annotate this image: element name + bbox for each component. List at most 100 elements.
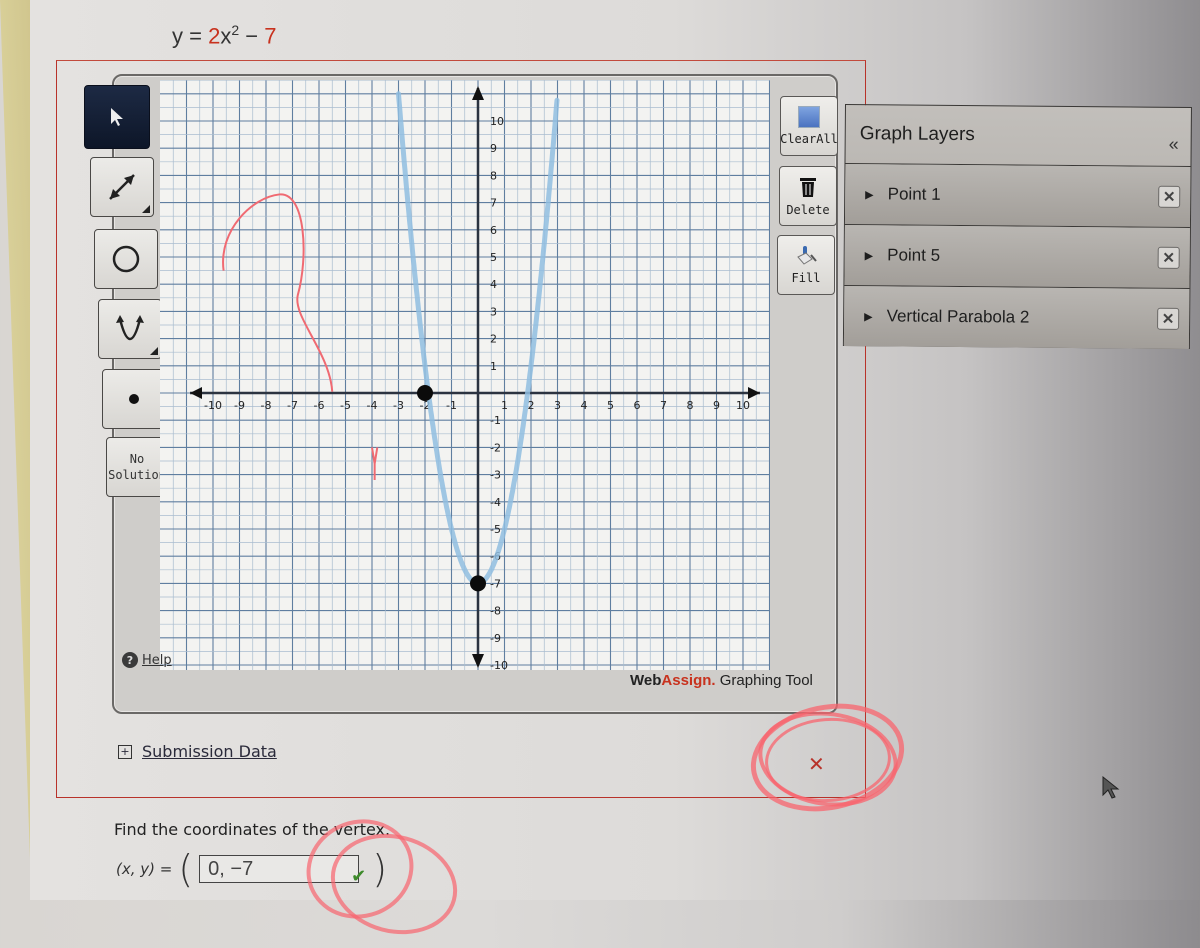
y-tick-label: 5	[490, 251, 497, 264]
x-tick-label: 8	[687, 399, 694, 412]
graph-layers-header: Graph Layers «	[845, 105, 1191, 168]
delete-layer-icon[interactable]: ✕	[1157, 246, 1180, 269]
x-tick-label: -9	[234, 399, 245, 412]
no-solution-label: No Solution	[108, 452, 166, 482]
x-tick-label: 6	[634, 399, 641, 412]
y-tick-label: -8	[490, 605, 501, 618]
open-paren: (	[178, 847, 194, 891]
graph-layers-title: Graph Layers	[859, 123, 975, 146]
y-tick-label: -9	[490, 632, 501, 645]
y-tick-label: 7	[490, 197, 497, 210]
delete-button[interactable]: Delete	[779, 166, 837, 226]
submenu-indicator-icon	[150, 347, 158, 355]
x-tick-label: 4	[581, 399, 588, 412]
x-tick-label: 1	[501, 399, 508, 412]
layer-label: Point 1	[887, 184, 941, 204]
problem-equation: y = 2x2 − 7	[172, 22, 276, 49]
submission-data-toggle[interactable]: + Submission Data	[118, 742, 277, 761]
y-tick-label: -1	[490, 414, 501, 427]
parabola-icon	[116, 315, 144, 341]
y-tick-label: -2	[490, 441, 501, 454]
y-tick-label: 3	[490, 305, 497, 318]
layer-row[interactable]: ▶ Vertical Parabola 2 ✕	[843, 286, 1190, 350]
expand-triangle-icon[interactable]: ▶	[864, 310, 873, 323]
x-tick-label: -8	[261, 399, 272, 412]
x-tick-label: 10	[736, 399, 750, 412]
arrow-pointer-icon	[111, 108, 123, 126]
xy-label: (x, y) =	[116, 860, 173, 878]
help-label[interactable]: Help	[142, 653, 172, 668]
graph-layers-panel: Graph Layers « ▶ Point 1 ✕ ▶ Point 5 ✕ ▶ Ve…	[842, 104, 1192, 350]
y-tick-label: 4	[490, 278, 497, 291]
select-tool-button[interactable]	[84, 85, 150, 149]
y-tick-label: 1	[490, 360, 497, 373]
delete-label: Delete	[786, 203, 830, 217]
layer-row[interactable]: ▶ Point 1 ✕	[844, 164, 1191, 229]
parabola-tool-button[interactable]	[98, 299, 162, 359]
equation-constant: 7	[264, 23, 277, 49]
equation-operator: −	[239, 23, 265, 49]
clear-all-icon	[798, 106, 820, 128]
y-tick-label: 8	[490, 169, 497, 182]
trash-icon	[800, 178, 816, 197]
y-tick-label: -7	[490, 577, 501, 590]
y-tick-label: -10	[490, 659, 508, 670]
x-tick-label: -3	[393, 399, 404, 412]
x-tick-label: -7	[287, 399, 298, 412]
y-tick-label: 6	[490, 224, 497, 237]
circle-tool-button[interactable]	[94, 229, 158, 289]
y-tick-label: 2	[490, 333, 497, 346]
brand-assign: Assign.	[661, 672, 716, 689]
submenu-indicator-icon	[142, 205, 150, 213]
help-link[interactable]: ? Help	[122, 652, 172, 668]
fill-button[interactable]: Fill	[777, 235, 835, 295]
x-axis-arrow-icon	[748, 387, 760, 399]
graph-point	[470, 575, 486, 592]
submission-data-link[interactable]: Submission Data	[142, 742, 277, 761]
collapse-panel-icon[interactable]: «	[1169, 133, 1179, 154]
webassign-branding: WebAssign. Graphing Tool	[630, 672, 813, 689]
point-icon	[129, 394, 139, 404]
clear-all-label: ClearAll	[780, 132, 838, 146]
equation-coefficient: 2	[208, 23, 221, 49]
help-icon: ?	[122, 652, 138, 668]
y-tick-label: -4	[490, 496, 501, 509]
y-axis-arrow-icon	[472, 86, 484, 100]
x-tick-label: 9	[713, 399, 720, 412]
y-tick-label: -3	[490, 469, 501, 482]
line-tool-button[interactable]	[90, 157, 154, 217]
expand-plus-icon[interactable]: +	[118, 744, 132, 759]
delete-layer-icon[interactable]: ✕	[1157, 307, 1180, 330]
y-tick-label: 9	[490, 142, 497, 155]
mouse-cursor-icon	[1102, 775, 1120, 799]
double-arrow-line-icon	[109, 174, 135, 200]
expand-triangle-icon[interactable]: ▶	[865, 249, 874, 262]
x-tick-label: -10	[204, 399, 222, 412]
fill-label: Fill	[791, 271, 821, 285]
point-tool-button[interactable]	[102, 369, 166, 429]
delete-layer-icon[interactable]: ✕	[1158, 185, 1181, 208]
layer-row[interactable]: ▶ Point 5 ✕	[844, 225, 1190, 290]
graph-canvas[interactable]: -10 -9 -8 -7 -6 -5 -4 -3 -2 -1 1 2 3 4 5 6 7 8 9 10 10 9 8 7 6 5 4…	[160, 79, 771, 672]
x-tick-label: -5	[340, 399, 351, 412]
x-tick-label: 3	[554, 399, 561, 412]
brand-web: Web	[630, 672, 662, 689]
x-tick-label: -6	[314, 399, 325, 412]
graph-point	[417, 385, 433, 401]
x-tick-label: -1	[446, 399, 457, 412]
x-tick-label: -4	[367, 399, 378, 412]
layer-label: Vertical Parabola 2	[886, 306, 1030, 327]
y-axis-arrow-icon	[472, 654, 484, 668]
graph-svg[interactable]: -10 -9 -8 -7 -6 -5 -4 -3 -2 -1 1 2 3 4 5 6 7 8 9 1010987654…	[160, 79, 771, 672]
incorrect-mark-icon: ✕	[808, 752, 825, 776]
no-solution-button[interactable]: No Solution	[106, 437, 168, 497]
expand-triangle-icon[interactable]: ▶	[865, 188, 874, 201]
y-tick-label: 10	[490, 115, 504, 128]
x-tick-label: 5	[607, 399, 614, 412]
y-tick-label: -5	[490, 523, 501, 536]
layer-label: Point 5	[887, 245, 941, 265]
clear-all-button[interactable]: ClearAll	[780, 96, 838, 156]
equation-variable: x	[220, 23, 232, 49]
equation-exponent: 2	[231, 22, 240, 38]
x-axis-arrow-icon	[190, 387, 202, 399]
